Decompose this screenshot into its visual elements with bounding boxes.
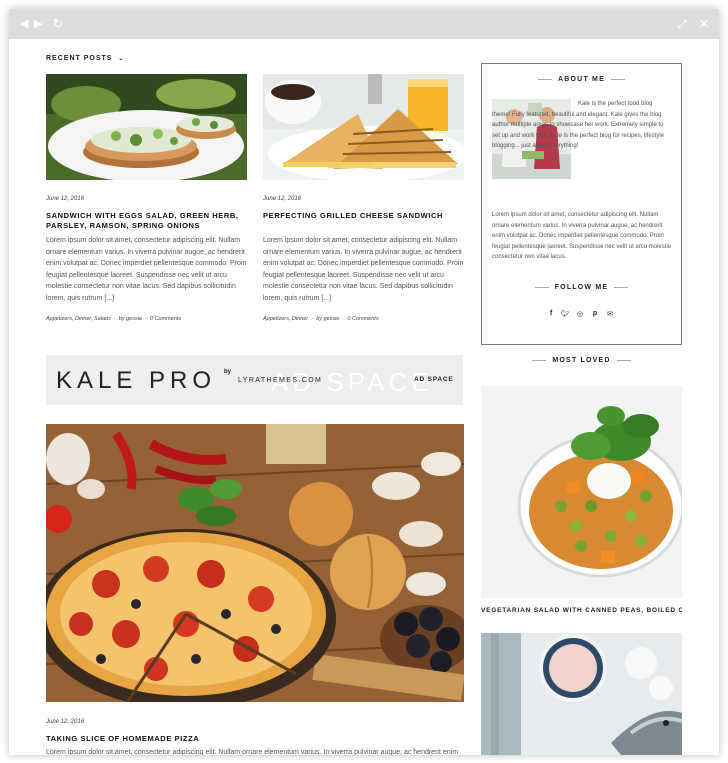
recent-posts-heading[interactable]: Recent Posts ⌄ bbox=[46, 55, 124, 62]
salt-fish-image bbox=[481, 633, 682, 755]
post-author[interactable]: by gessie bbox=[119, 316, 142, 322]
post-categories[interactable]: Appetizers, Dinner, Salads bbox=[46, 316, 111, 322]
post-date: June 12, 2016 bbox=[46, 719, 85, 725]
follow-title-text: Follow Me bbox=[554, 284, 609, 291]
featured-post-image[interactable] bbox=[46, 424, 464, 702]
about-title-text: About Me bbox=[558, 76, 605, 83]
page-content: Recent Posts ⌄ bbox=[9, 39, 719, 755]
browser-window: ◀ ▶ ↻ ⤢ ✕ Recent Posts ⌄ bbox=[9, 9, 719, 755]
chevron-down-icon: ⌄ bbox=[118, 56, 125, 62]
title-rule bbox=[534, 286, 549, 288]
twitter-icon[interactable]: 🐦︎ bbox=[560, 310, 570, 318]
title-rule bbox=[610, 78, 625, 80]
title-rule bbox=[532, 359, 547, 361]
post-thumbnail[interactable] bbox=[46, 74, 247, 180]
about-widget: About Me Kale is the perfect food blog t… bbox=[481, 63, 682, 345]
email-icon[interactable]: ✉ bbox=[605, 310, 615, 318]
reload-icon[interactable]: ↻ bbox=[51, 17, 65, 31]
post-date: June 12, 2016 bbox=[46, 196, 85, 202]
recent-posts-label: Recent Posts bbox=[46, 55, 113, 62]
title-rule bbox=[616, 359, 631, 361]
bruschetta-image bbox=[46, 74, 247, 180]
title-rule bbox=[538, 78, 553, 80]
about-title: About Me bbox=[482, 76, 681, 83]
post-title[interactable]: Taking Slice of Homemade Pizza bbox=[46, 734, 466, 744]
ad-label: AD SPACE bbox=[414, 376, 454, 383]
grilled-cheese-image bbox=[263, 74, 464, 180]
title-rule bbox=[614, 286, 629, 288]
post-title[interactable]: Perfecting Grilled Cheese Sandwich bbox=[263, 211, 468, 221]
post-comments[interactable]: 0 Comments bbox=[347, 316, 378, 322]
back-icon[interactable]: ◀ bbox=[17, 17, 31, 31]
ad-brand: KALE PRO bbox=[56, 367, 217, 394]
post-author[interactable]: by gessie bbox=[316, 316, 339, 322]
post-thumbnail[interactable] bbox=[263, 74, 464, 180]
post-title[interactable]: Sandwich with eggs salad, green herb, pa… bbox=[46, 211, 251, 231]
window-toolbar: ◀ ▶ ↻ ⤢ ✕ bbox=[9, 9, 719, 39]
most-loved-title: Most Loved bbox=[481, 357, 682, 364]
post-excerpt: Lorem ipsum dolor sit amet, consectetur … bbox=[46, 237, 247, 302]
post-excerpt: Lorem ipsum dolor sit amet, consectetur … bbox=[46, 749, 459, 755]
most-loved-caption[interactable]: Vegetarian salad with canned peas, boile… bbox=[481, 607, 682, 614]
post-categories[interactable]: Appetizers, Dinner bbox=[263, 316, 308, 322]
about-body: Lorem ipsum dolor sit amet, consectetur … bbox=[492, 212, 672, 260]
facebook-icon[interactable]: f bbox=[546, 310, 556, 317]
pinterest-icon[interactable]: p bbox=[590, 310, 600, 317]
pizza-image bbox=[46, 424, 464, 702]
expand-icon[interactable]: ⤢ bbox=[675, 17, 689, 31]
most-loved-image[interactable] bbox=[481, 386, 682, 598]
ad-company: LYRATHEMES.COM bbox=[238, 377, 323, 384]
post-meta: Appetizers, Dinner · by gessie · 0 Comme… bbox=[263, 316, 379, 322]
ad-by: by bbox=[224, 369, 232, 375]
post-meta: Appetizers, Dinner, Salads · by gessie ·… bbox=[46, 316, 181, 322]
close-icon[interactable]: ✕ bbox=[697, 17, 711, 31]
post-comments[interactable]: 0 Comments bbox=[150, 316, 181, 322]
about-intro: Kale is the perfect food blog theme! Ful… bbox=[492, 101, 665, 149]
forward-icon[interactable]: ▶ bbox=[31, 17, 45, 31]
post-date: June 12, 2016 bbox=[263, 196, 302, 202]
ad-banner[interactable]: AD SPACE KALE PRO by LYRATHEMES.COM AD S… bbox=[46, 355, 463, 405]
follow-title: Follow Me bbox=[482, 284, 681, 291]
most-loved-image[interactable] bbox=[481, 633, 682, 755]
post-excerpt: Lorem ipsum dolor sit amet, consectetur … bbox=[263, 237, 464, 302]
most-loved-title-text: Most Loved bbox=[552, 357, 611, 364]
pea-salad-image bbox=[481, 386, 682, 598]
instagram-icon[interactable]: ◎ bbox=[575, 310, 585, 318]
